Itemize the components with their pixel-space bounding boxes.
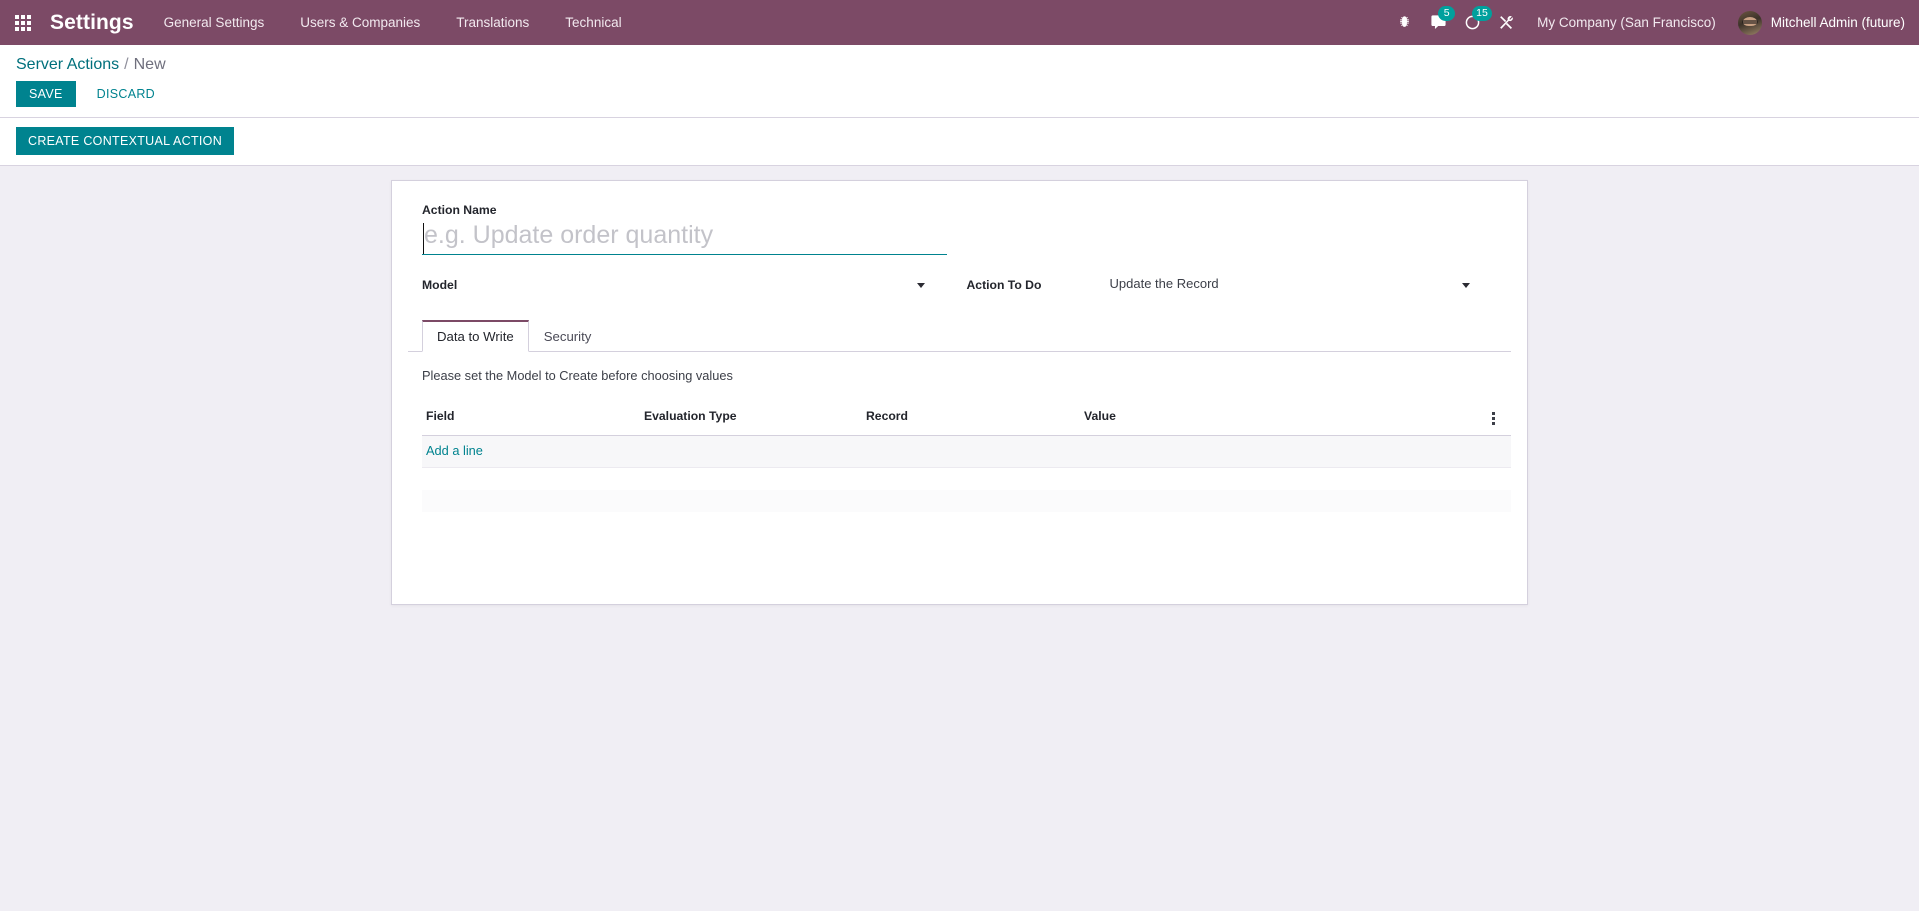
action-to-do-label: Action To Do (966, 278, 1042, 292)
model-action-row: Model Action To Do (408, 275, 1511, 294)
model-label: Model (422, 278, 458, 292)
column-header-field: Field (422, 401, 640, 436)
action-name-label: Action Name (422, 203, 497, 217)
apps-grid-dots (15, 14, 31, 31)
action-to-do-input[interactable] (1108, 275, 1472, 294)
create-contextual-action-button[interactable]: CREATE CONTEXTUAL ACTION (16, 127, 235, 155)
table-filler-cell (422, 489, 1511, 512)
control-panel: Server Actions / New SAVE DISCARD (0, 45, 1919, 118)
menu-item-users-companies[interactable]: Users & Companies (282, 0, 438, 45)
table-filler-row (422, 511, 1511, 534)
developer-tools-icon[interactable] (1489, 0, 1523, 45)
model-input[interactable] (564, 275, 927, 294)
messages-badge: 5 (1438, 6, 1456, 21)
breadcrumb: Server Actions / New (0, 45, 1919, 74)
table-header: Field Evaluation Type Record Value (422, 401, 1511, 436)
activities-clock-icon[interactable]: 15 (1455, 0, 1492, 45)
data-to-write-table: Field Evaluation Type Record Value Add a… (422, 401, 1511, 534)
systray: 5 15 (1387, 0, 1523, 45)
tab-pane-data-to-write: Please set the Model to Create before ch… (408, 352, 1511, 534)
notebook: Data to Write Security Please set the Mo… (408, 320, 1511, 534)
bug-icon[interactable] (1387, 0, 1421, 45)
model-field-wrap (564, 275, 927, 294)
add-a-line-row[interactable]: Add a line (422, 435, 1511, 468)
action-to-do-field-wrap (1108, 275, 1472, 294)
user-avatar (1737, 10, 1762, 35)
breadcrumb-item-server-actions[interactable]: Server Actions (16, 56, 119, 74)
add-a-line-cell: Add a line (422, 435, 1511, 468)
tab-security[interactable]: Security (529, 320, 607, 352)
add-a-line-link[interactable]: Add a line (426, 443, 483, 458)
breadcrumb-item-new: New (133, 56, 166, 73)
main-menu: General Settings Users & Companies Trans… (146, 0, 640, 45)
table-filler-cell (422, 511, 1511, 534)
action-to-do-group: Action To Do (967, 275, 1512, 294)
breadcrumb-separator: / (124, 56, 129, 73)
model-hint-text: Please set the Model to Create before ch… (422, 368, 733, 383)
apps-grid-icon[interactable] (8, 8, 38, 38)
top-navbar: Settings General Settings Users & Compan… (0, 0, 1919, 45)
text-cursor (423, 223, 424, 254)
notebook-tabs: Data to Write Security (408, 320, 1511, 352)
action-name-input[interactable] (422, 220, 947, 255)
table-body: Add a line (422, 435, 1511, 534)
messages-icon[interactable]: 5 (1421, 0, 1456, 45)
vertical-dots-icon[interactable] (1489, 410, 1498, 427)
statusbar: CREATE CONTEXTUAL ACTION (0, 118, 1919, 166)
app-brand-settings[interactable]: Settings (44, 0, 146, 45)
menu-item-general-settings[interactable]: General Settings (146, 0, 283, 45)
table-filler-row (422, 489, 1511, 512)
menu-item-translations[interactable]: Translations (438, 0, 547, 45)
table-filler-cell (422, 467, 1511, 490)
company-switcher[interactable]: My Company (San Francisco) (1523, 0, 1730, 45)
discard-button[interactable]: DISCARD (84, 81, 168, 107)
column-header-record: Record (862, 401, 1080, 436)
save-button[interactable]: SAVE (16, 81, 76, 107)
user-name-label: Mitchell Admin (future) (1770, 15, 1905, 30)
tab-data-to-write[interactable]: Data to Write (422, 320, 529, 352)
form-sheet: Action Name Model Action To Do (391, 180, 1528, 605)
column-header-evaluation-type: Evaluation Type (640, 401, 862, 436)
action-name-group: Action Name (408, 203, 1511, 255)
model-group: Model (422, 275, 967, 294)
menu-item-technical[interactable]: Technical (547, 0, 639, 45)
table-header-row: Field Evaluation Type Record Value (422, 401, 1511, 436)
record-buttons: SAVE DISCARD (0, 74, 1919, 117)
action-name-input-wrap (422, 220, 947, 255)
table-filler-row (422, 467, 1511, 490)
user-menu[interactable]: Mitchell Admin (future) (1730, 0, 1905, 45)
form-view-background: Action Name Model Action To Do (0, 166, 1919, 910)
column-header-value: Value (1080, 401, 1485, 436)
optional-columns-header (1485, 401, 1511, 436)
